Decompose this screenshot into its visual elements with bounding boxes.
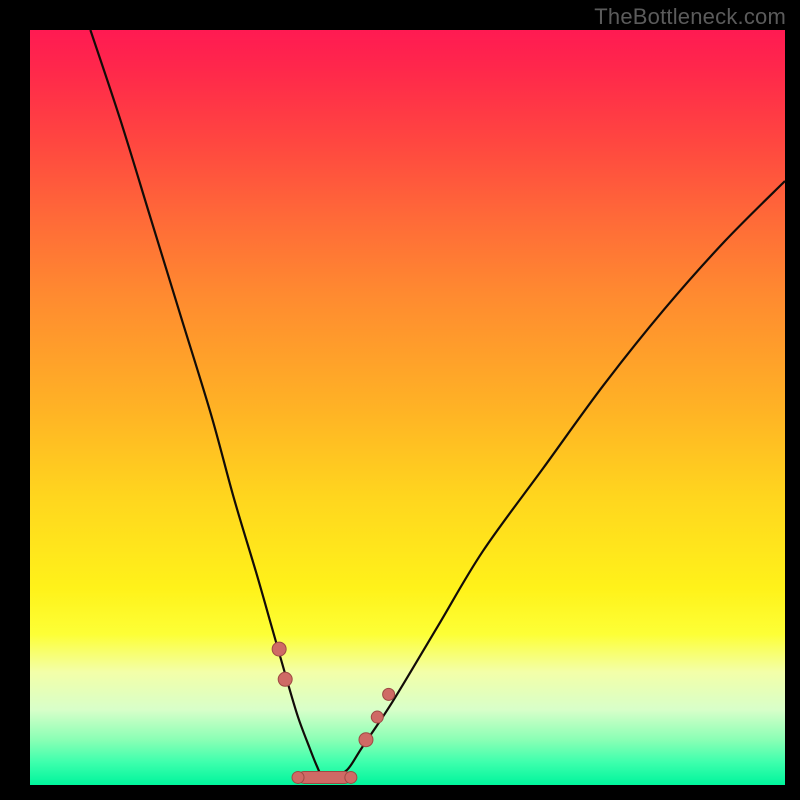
left-bead-2 <box>278 672 292 686</box>
chart-frame: TheBottleneck.com <box>0 0 800 800</box>
plot-area <box>30 30 785 785</box>
right-bead-3 <box>383 688 395 700</box>
watermark-text: TheBottleneck.com <box>594 4 786 30</box>
marker-layer <box>272 642 394 783</box>
right-bead-2 <box>371 711 383 723</box>
left-bead-1 <box>272 642 286 656</box>
curve-overlay <box>30 30 785 785</box>
bottleneck-curve <box>90 30 785 779</box>
right-bead-1 <box>359 733 373 747</box>
bottom-bar <box>298 771 351 783</box>
